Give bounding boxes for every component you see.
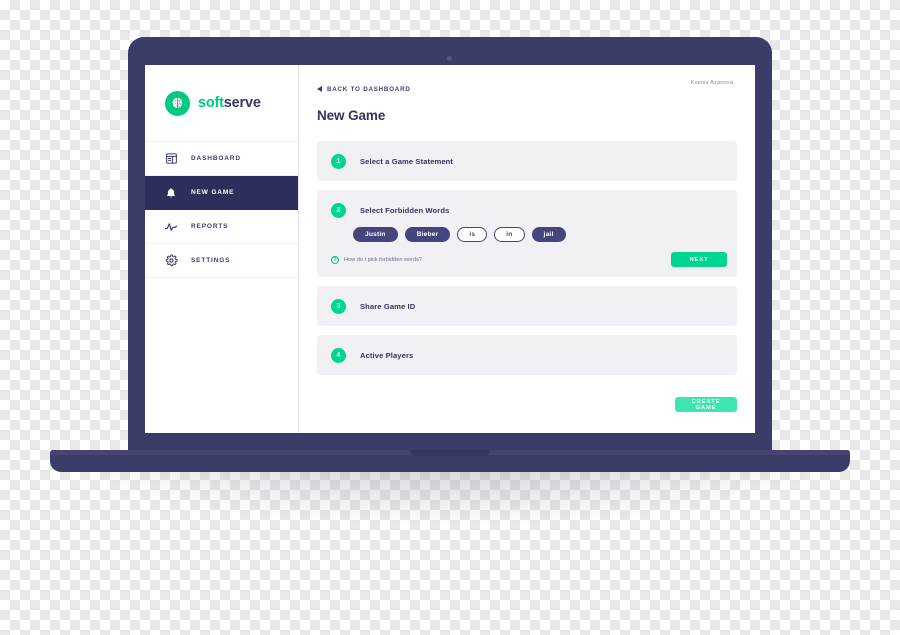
forbidden-word-pill[interactable]: Bieber (404, 227, 451, 242)
laptop-base-notch (410, 450, 490, 456)
sidebar: softserve DASHBOARD NEW GAME REPORTS SET… (145, 65, 299, 433)
dashboard-list-icon (164, 152, 178, 166)
sidebar-item-label: DASHBOARD (191, 155, 241, 162)
caret-left-icon (317, 86, 322, 92)
create-game-button[interactable]: CREATE GAME (675, 397, 737, 412)
sidebar-item-label: SETTINGS (191, 257, 231, 264)
laptop-camera-icon (447, 56, 452, 61)
step-card-active-players[interactable]: 4 Active Players (317, 335, 737, 375)
sidebar-item-dashboard[interactable]: DASHBOARD (145, 142, 298, 176)
forbidden-word-pill[interactable]: in (494, 227, 525, 242)
help-label: How do I pick forbidden words? (344, 256, 423, 263)
bell-icon (164, 186, 178, 200)
steps-list: 1 Select a Game Statement 2 Select Forbi… (299, 123, 755, 433)
sidebar-item-reports[interactable]: REPORTS (145, 210, 298, 244)
user-name[interactable]: Ksenia Azanova (691, 80, 733, 86)
step-card-header: 2 Select Forbidden Words (317, 190, 737, 230)
sidebar-item-label: REPORTS (191, 223, 229, 230)
question-circle-icon: ? (331, 255, 339, 264)
sidebar-item-new-game[interactable]: NEW GAME (145, 176, 298, 210)
footer-actions: CREATE GAME (317, 384, 737, 412)
gear-icon (164, 254, 178, 268)
forbidden-word-pill[interactable]: Justin (353, 227, 398, 242)
activity-pulse-icon (164, 220, 178, 234)
brain-circle-icon (165, 90, 190, 116)
back-to-dashboard-link[interactable]: BACK TO DASHBOARD (317, 86, 411, 93)
step-number-badge: 1 (331, 153, 346, 169)
page-title: New Game (317, 108, 386, 123)
step-card-header: 3 Share Game ID (317, 286, 737, 326)
step-title: Share Game ID (360, 301, 416, 311)
back-to-dashboard-label: BACK TO DASHBOARD (327, 85, 411, 93)
step-number-badge: 3 (331, 298, 346, 314)
help-forbidden-words-link[interactable]: ? How do I pick forbidden words? (331, 255, 423, 264)
forbidden-word-pill[interactable]: is (457, 227, 488, 242)
brand-name-serve: serve (223, 94, 261, 111)
next-button[interactable]: NEXT (671, 252, 727, 267)
topbar: BACK TO DASHBOARD Ksenia Azanova (299, 65, 755, 97)
step-card-header: 4 Active Players (317, 335, 737, 375)
forbidden-word-pill[interactable]: jail (531, 227, 566, 242)
laptop-mockup: softserve DASHBOARD NEW GAME REPORTS SET… (0, 0, 900, 635)
forbidden-words-list: Justin Bieber is in jail (317, 227, 737, 242)
app-screen: softserve DASHBOARD NEW GAME REPORTS SET… (145, 65, 755, 433)
step-card-footer: ? How do I pick forbidden words? NEXT (317, 252, 737, 267)
step-title: Select Forbidden Words (360, 205, 450, 215)
step-title: Select a Game Statement (360, 156, 454, 166)
sidebar-item-label: NEW GAME (191, 189, 235, 196)
step-card-header: 1 Select a Game Statement (317, 141, 737, 181)
sidebar-item-settings[interactable]: SETTINGS (145, 244, 298, 278)
sidebar-empty-space (145, 278, 298, 433)
step-card-share-game-id[interactable]: 3 Share Game ID (317, 286, 737, 326)
step-card-select-forbidden-words[interactable]: 2 Select Forbidden Words Justin Bieber i… (317, 190, 737, 277)
brand-wordmark: softserve (198, 96, 261, 111)
step-card-select-game-statement[interactable]: 1 Select a Game Statement (317, 141, 737, 181)
brand-name-soft: soft (198, 94, 224, 111)
step-number-badge: 2 (331, 202, 346, 218)
step-number-badge: 4 (331, 347, 346, 363)
main-content: BACK TO DASHBOARD Ksenia Azanova New Gam… (299, 65, 755, 433)
brand-logo[interactable]: softserve (145, 65, 298, 142)
step-title: Active Players (360, 350, 414, 360)
